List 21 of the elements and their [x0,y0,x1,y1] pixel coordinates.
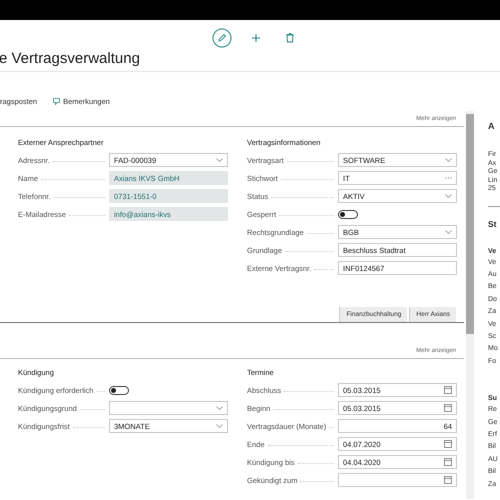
chevron-down-icon [216,406,223,410]
toggle-switch[interactable] [109,386,129,394]
calendar-icon[interactable] [444,386,452,394]
scrollbar[interactable] [466,111,474,499]
calendar-icon[interactable] [444,458,452,466]
factbox-heading: St [488,218,496,228]
calendar-icon[interactable] [444,476,452,484]
comment-icon [53,98,60,104]
factbox-title: A [488,121,494,131]
calendar-icon[interactable] [444,404,452,412]
page-title: e Vertragsverwaltung [0,50,140,67]
chevron-down-icon [216,424,223,428]
chevron-down-icon [445,194,452,198]
edit-icon[interactable] [212,28,232,48]
dropdown-field[interactable] [109,401,228,415]
date-field[interactable] [338,473,457,487]
chevron-down-icon [445,158,452,162]
calendar-icon[interactable] [444,440,452,448]
toggle-switch[interactable] [338,210,358,218]
chevron-down-icon [216,158,223,162]
chevron-down-icon [445,230,452,234]
